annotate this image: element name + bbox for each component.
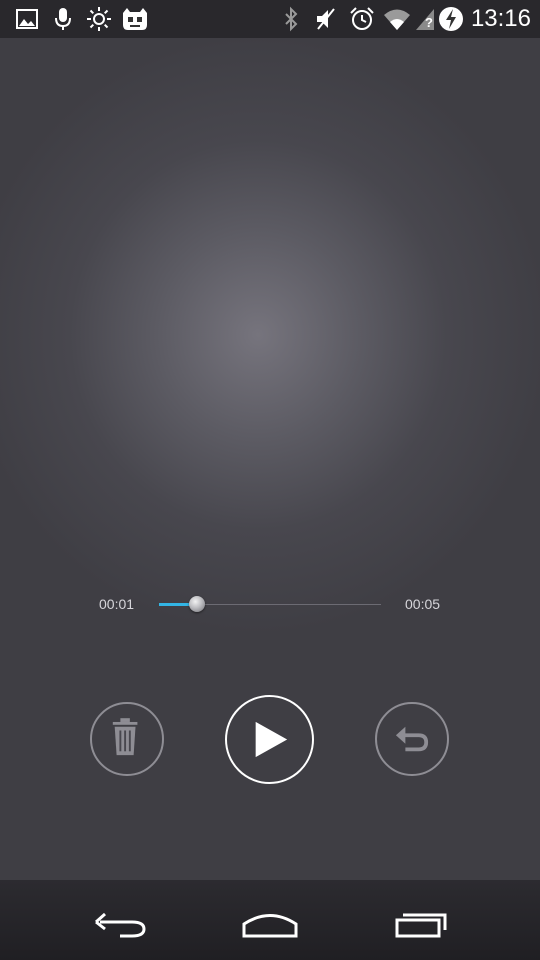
back-icon bbox=[95, 912, 146, 938]
undo-icon bbox=[395, 726, 429, 752]
trash-icon bbox=[112, 718, 138, 756]
play-icon bbox=[255, 721, 288, 758]
microphone-icon bbox=[49, 5, 77, 33]
home-icon bbox=[242, 914, 298, 938]
play-button[interactable] bbox=[225, 695, 314, 784]
recents-button[interactable] bbox=[381, 898, 461, 944]
navigation-bar bbox=[0, 880, 540, 960]
bluetooth-icon bbox=[277, 5, 305, 33]
no-signal-icon: ? bbox=[412, 5, 440, 33]
wifi-icon bbox=[383, 5, 411, 33]
mute-icon bbox=[312, 5, 340, 33]
seekbar-thumb[interactable] bbox=[188, 596, 205, 612]
gallery-icon bbox=[13, 5, 41, 33]
status-bar: ? 13:16 bbox=[0, 0, 540, 38]
home-button[interactable] bbox=[230, 898, 310, 944]
cyanogenmod-icon bbox=[121, 5, 149, 33]
elapsed-time: 00:01 bbox=[99, 596, 135, 612]
recorder-playback-screen: ? 13:16 00:01 00:05 bbox=[0, 0, 540, 960]
brightness-icon bbox=[85, 5, 113, 33]
status-time: 13:16 bbox=[470, 5, 531, 32]
alarm-icon bbox=[348, 5, 376, 33]
recents-icon bbox=[395, 913, 447, 938]
undo-button[interactable] bbox=[375, 702, 449, 776]
playback-seekbar[interactable] bbox=[159, 593, 381, 615]
battery-charging-icon bbox=[437, 5, 465, 33]
total-time: 00:05 bbox=[405, 596, 441, 612]
back-button[interactable] bbox=[80, 898, 160, 944]
svg-text:?: ? bbox=[425, 15, 433, 30]
delete-button[interactable] bbox=[90, 702, 164, 776]
